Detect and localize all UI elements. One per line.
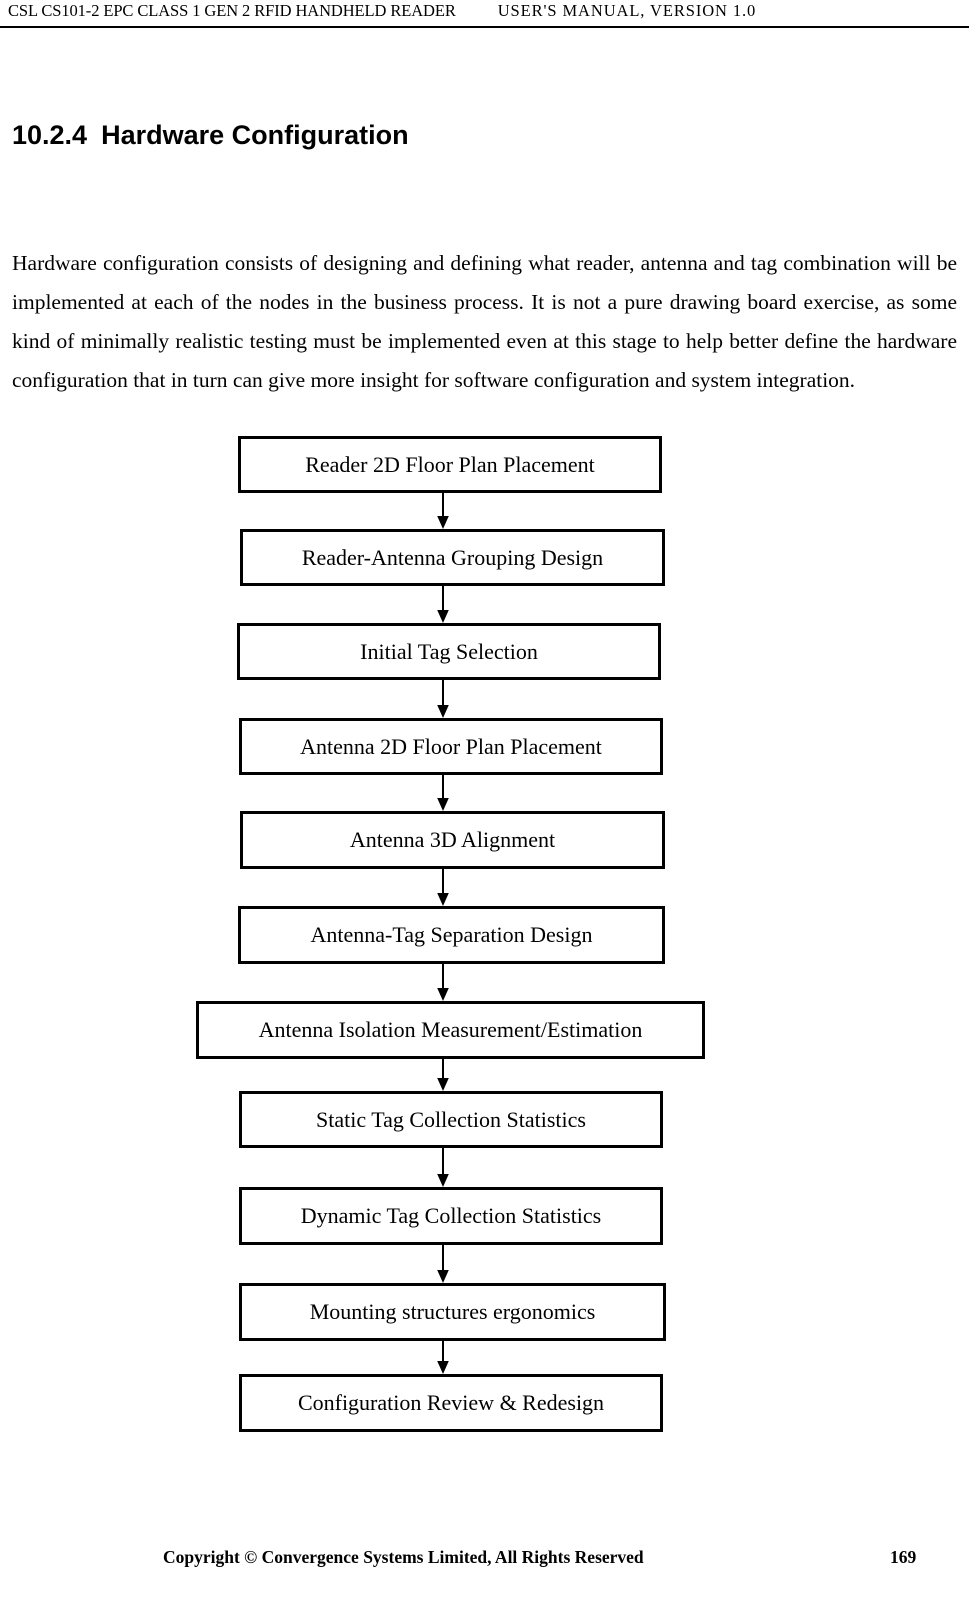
flowchart-step-label: Reader 2D Floor Plan Placement — [305, 451, 595, 477]
flowchart-step-label: Antenna Isolation Measurement/Estimation — [258, 1017, 643, 1042]
flowchart-step-label: Reader-Antenna Grouping Design — [301, 544, 604, 570]
down-arrow-icon — [435, 1341, 451, 1374]
flowchart-step-box: Initial Tag Selection — [237, 623, 661, 680]
page-title: 10.2.4 Hardware Configuration — [12, 118, 409, 152]
down-arrow-icon — [435, 493, 451, 529]
hardware-configuration-flowchart: Reader 2D Floor Plan Placement Reader-Ant… — [0, 430, 969, 1440]
down-arrow-icon — [435, 964, 451, 1001]
down-arrow-icon — [435, 1059, 451, 1091]
flowchart-step-label: Static Tag Collection Statistics — [316, 1106, 586, 1132]
footer-copyright-text: Copyright © Convergence Systems Limited,… — [163, 1547, 644, 1567]
flowchart-step-label: Mounting structures ergonomics — [309, 1299, 596, 1324]
header-product-title: CSL CS101-2 EPC CLASS 1 GEN 2 RFID HANDH… — [8, 1, 456, 20]
flowchart-step-label: Initial Tag Selection — [360, 638, 538, 664]
section-title: Hardware Configuration — [101, 120, 409, 151]
flowchart-step-label: Antenna-Tag Separation Design — [310, 922, 593, 947]
down-arrow-icon — [435, 1245, 451, 1283]
down-arrow-icon — [435, 1148, 451, 1187]
flowchart-step-box: Antenna-Tag Separation Design — [238, 906, 665, 964]
flowchart-step-box: Antenna 2D Floor Plan Placement — [239, 718, 663, 775]
down-arrow-icon — [435, 586, 451, 623]
flowchart-step-box: Mounting structures ergonomics — [239, 1283, 666, 1341]
footer-page-number: 169 — [890, 1547, 917, 1567]
page-running-footer: Copyright © Convergence Systems Limited,… — [0, 1547, 969, 1587]
flowchart-step-label: Dynamic Tag Collection Statistics — [300, 1203, 602, 1228]
flowchart-step-box: Antenna Isolation Measurement/Estimation — [196, 1001, 705, 1059]
flowchart-step-box: Antenna 3D Alignment — [240, 811, 665, 869]
flowchart-step-box: Static Tag Collection Statistics — [239, 1091, 663, 1148]
flowchart-step-box: Configuration Review & Redesign — [239, 1374, 663, 1432]
flowchart-step-box: Reader-Antenna Grouping Design — [240, 529, 665, 586]
flowchart-step-label: Configuration Review & Redesign — [297, 1390, 605, 1415]
page-running-header: CSL CS101-2 EPC CLASS 1 GEN 2 RFID HANDH… — [0, 0, 969, 28]
flowchart-step-label: Antenna 2D Floor Plan Placement — [300, 733, 602, 759]
down-arrow-icon — [435, 775, 451, 811]
flowchart-step-label: Antenna 3D Alignment — [349, 827, 556, 852]
header-manual-version: USER'S MANUAL, VERSION 1.0 — [497, 1, 757, 20]
section-number: 10.2.4 — [12, 120, 88, 151]
flowchart-step-box: Dynamic Tag Collection Statistics — [239, 1187, 663, 1245]
down-arrow-icon — [435, 680, 451, 718]
flowchart-step-box: Reader 2D Floor Plan Placement — [238, 436, 662, 493]
body-paragraph: Hardware configuration consists of desig… — [12, 250, 957, 392]
down-arrow-icon — [435, 869, 451, 906]
